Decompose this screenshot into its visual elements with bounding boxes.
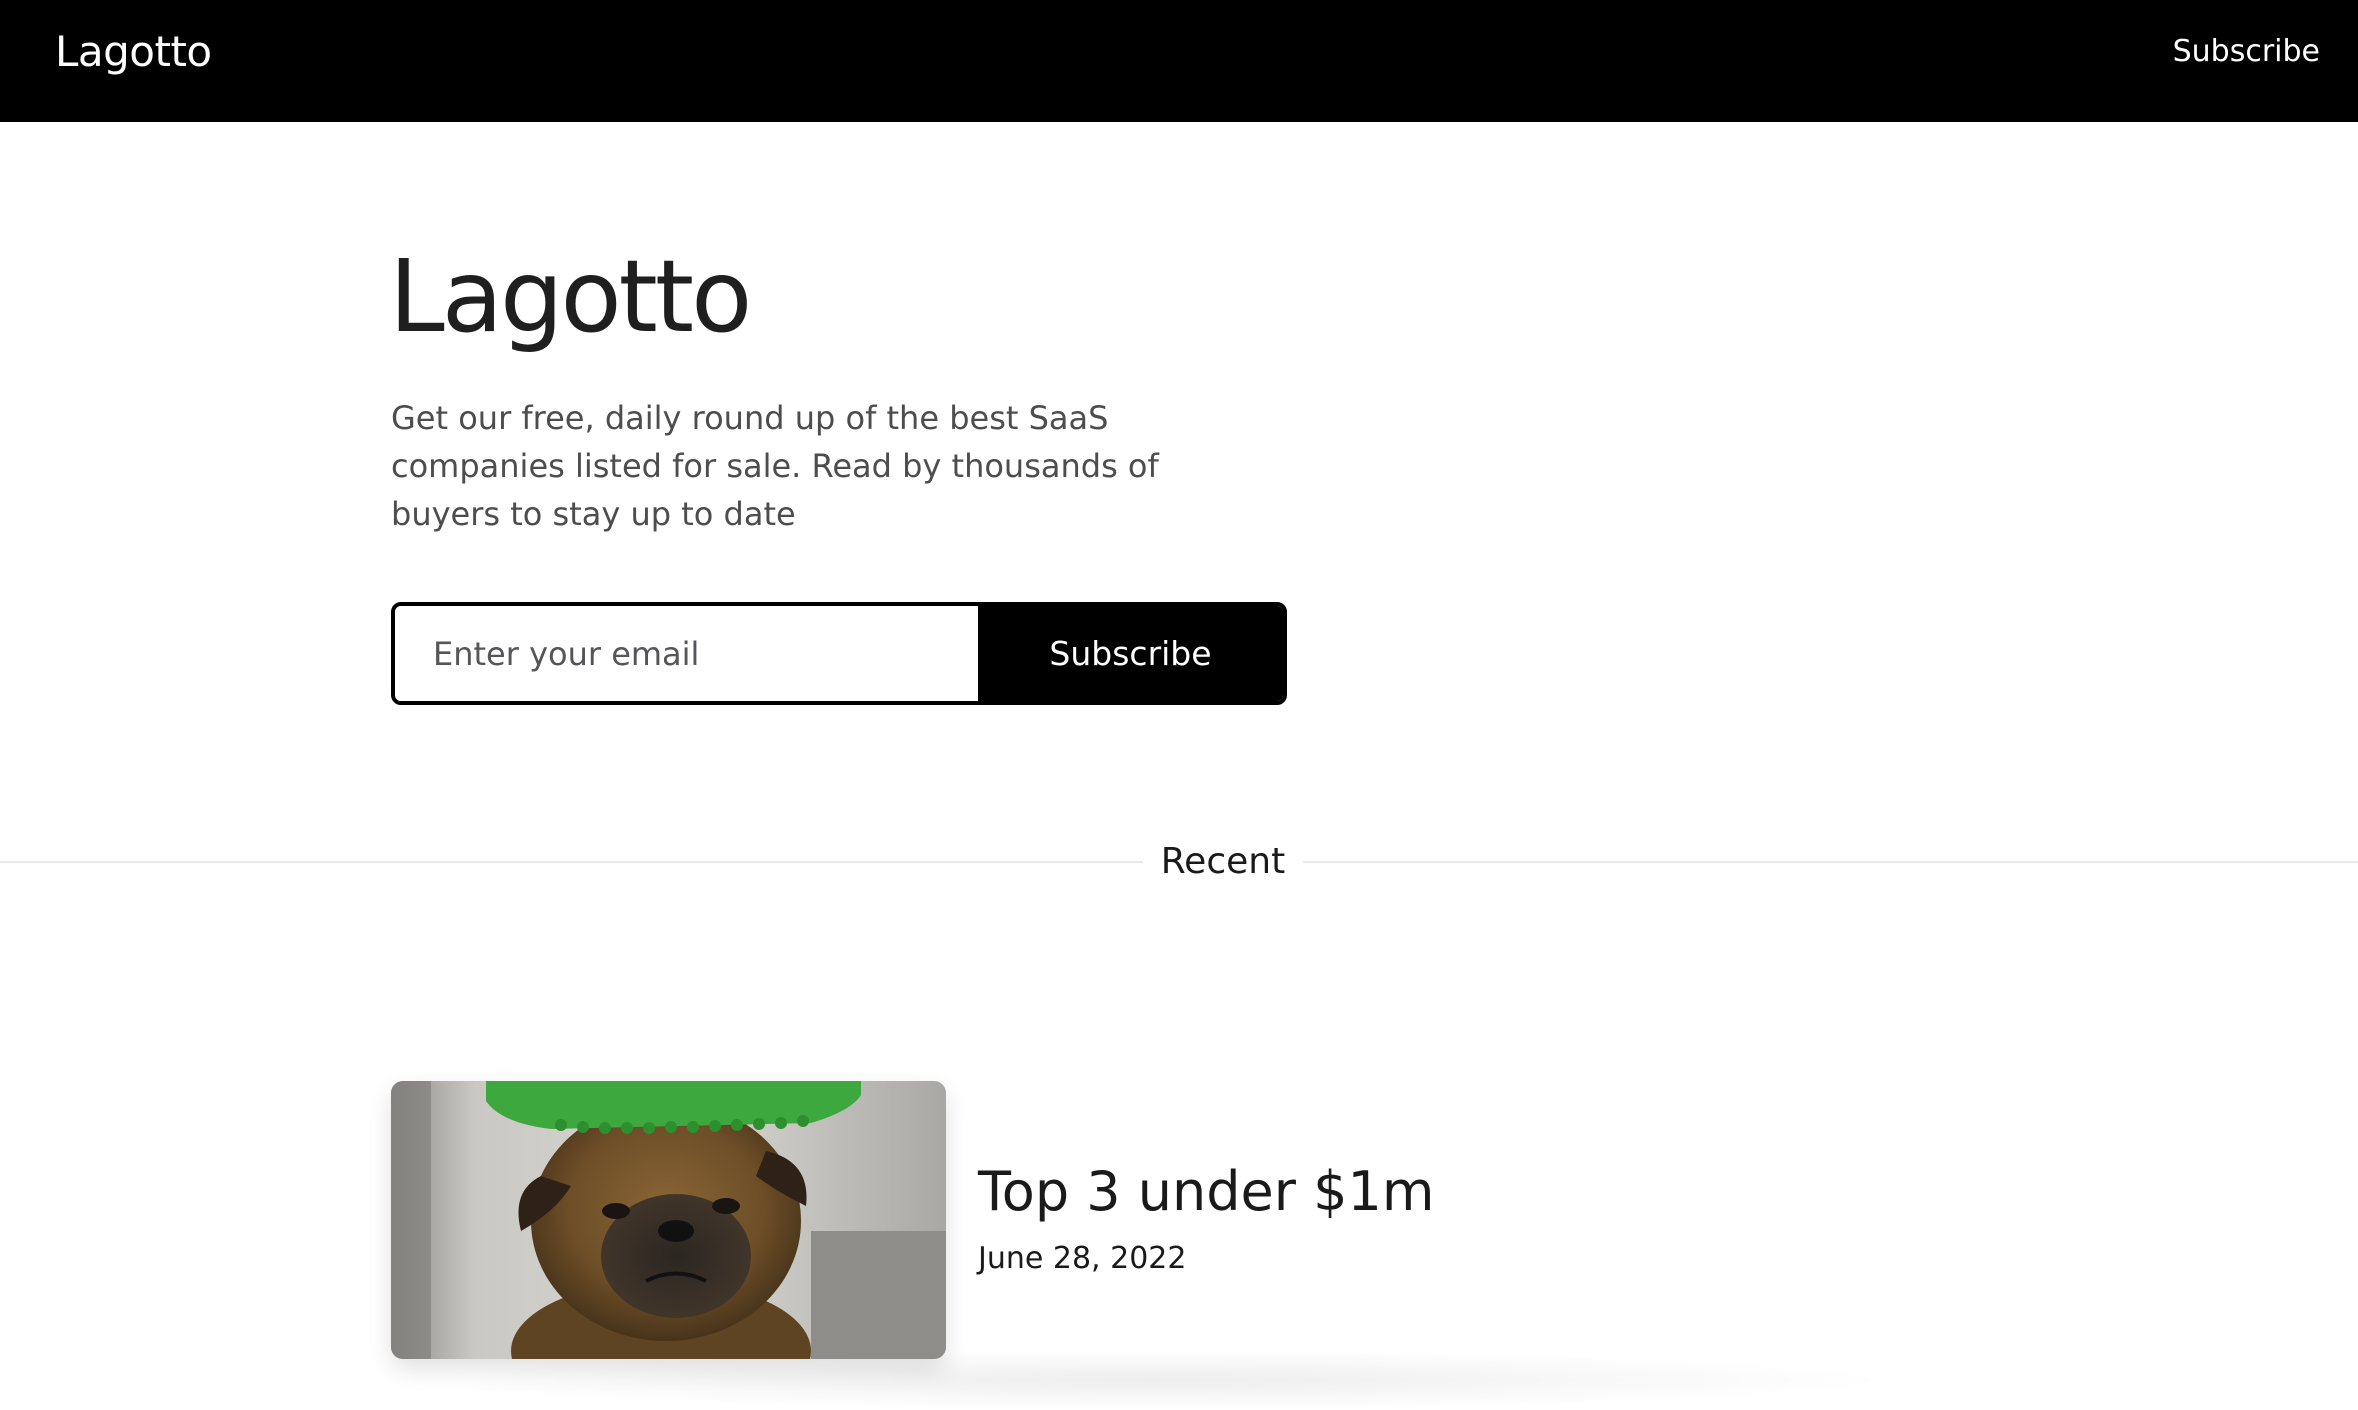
subscribe-button[interactable]: Subscribe xyxy=(978,606,1283,701)
email-input[interactable] xyxy=(395,606,978,701)
top-nav-bar: Lagotto Subscribe xyxy=(0,0,2358,122)
hero-description: Get our free, daily round up of the best… xyxy=(391,399,1159,533)
brand-logo-link[interactable]: Lagotto xyxy=(55,26,212,78)
recent-section-label: Recent xyxy=(1160,841,1286,882)
nav-subscribe-link[interactable]: Subscribe xyxy=(2173,31,2320,73)
post-thumbnail-image[interactable] xyxy=(391,1081,946,1359)
post-card[interactable]: Top 3 under $1m June 28, 2022 xyxy=(391,1081,1841,1361)
divider-line-left xyxy=(0,861,1143,863)
post-title[interactable]: Top 3 under $1m xyxy=(978,1159,1434,1225)
divider-line-right xyxy=(1303,861,2358,863)
page-title: Lagotto xyxy=(389,238,752,355)
subscribe-form: Subscribe xyxy=(391,602,1287,705)
post-date: June 28, 2022 xyxy=(978,1241,1187,1276)
dog-photo-illustration xyxy=(391,1081,946,1359)
